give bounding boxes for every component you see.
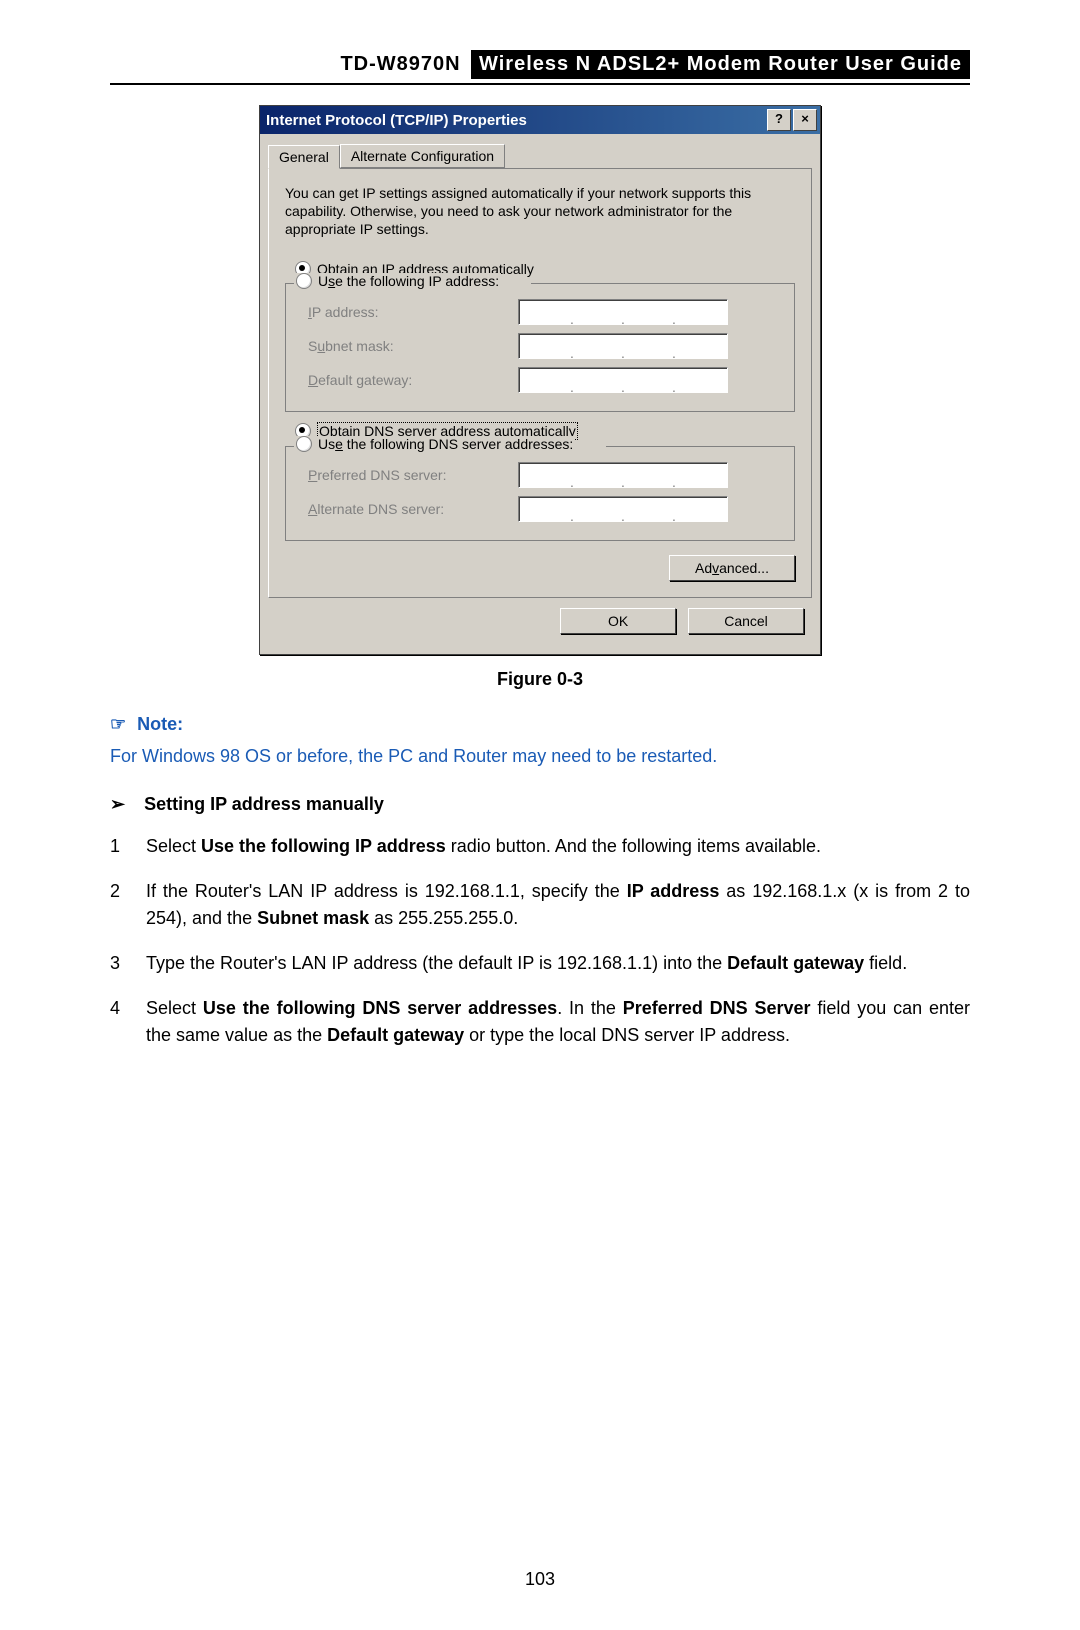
note-body: For Windows 98 OS or before, the PC and …: [110, 743, 970, 770]
tab-general[interactable]: General: [268, 145, 340, 169]
step-3: Type the Router's LAN IP address (the de…: [110, 950, 970, 977]
doc-header: TD-W8970N Wireless N ADSL2+ Modem Router…: [110, 50, 970, 79]
radio-icon: [296, 273, 312, 289]
default-gateway-input[interactable]: ...: [518, 367, 728, 393]
cancel-button[interactable]: Cancel: [688, 608, 804, 634]
alternate-dns-label: Alternate DNS server:: [298, 501, 518, 517]
step-2: If the Router's LAN IP address is 192.16…: [110, 878, 970, 932]
alternate-dns-input[interactable]: ...: [518, 496, 728, 522]
steps-list: Select Use the following IP address radi…: [110, 833, 970, 1049]
tcpip-properties-dialog: Internet Protocol (TCP/IP) Properties ? …: [259, 105, 821, 655]
help-icon[interactable]: ?: [767, 109, 791, 131]
ip-groupbox: Use the following IP address: IP address…: [285, 283, 795, 412]
ip-address-label: IP address:: [298, 304, 518, 320]
step-1: Select Use the following IP address radi…: [110, 833, 970, 860]
guide-title: Wireless N ADSL2+ Modem Router User Guid…: [471, 50, 970, 79]
default-gateway-label: Default gateway:: [298, 372, 518, 388]
header-rule: [110, 83, 970, 85]
dns-groupbox: Use the following DNS server addresses: …: [285, 446, 795, 541]
pointing-hand-icon: ☞: [110, 714, 126, 735]
subnet-mask-label: Subnet mask:: [298, 338, 518, 354]
radio-use-ip-label[interactable]: Use the following IP address:: [318, 273, 499, 289]
section-title: Setting IP address manually: [144, 794, 384, 814]
ip-address-input[interactable]: ...: [518, 299, 728, 325]
close-icon[interactable]: ×: [793, 109, 817, 131]
arrow-icon: ➢: [110, 794, 125, 815]
dialog-description: You can get IP settings assigned automat…: [285, 184, 795, 239]
figure-caption: Figure 0-3: [110, 669, 970, 690]
page-number: 103: [110, 1569, 970, 1590]
section-heading: ➢ Setting IP address manually: [110, 794, 970, 815]
note-label: Note:: [137, 714, 183, 734]
tab-alternate-config[interactable]: Alternate Configuration: [340, 144, 505, 168]
radio-use-dns-label[interactable]: Use the following DNS server addresses:: [318, 436, 573, 452]
radio-icon: [296, 436, 312, 452]
step-4: Select Use the following DNS server addr…: [110, 995, 970, 1049]
dialog-title: Internet Protocol (TCP/IP) Properties: [266, 112, 527, 129]
tabstrip: General Alternate Configuration: [268, 144, 812, 169]
advanced-button[interactable]: Advanced...: [669, 555, 795, 581]
model-label: TD-W8970N: [340, 53, 460, 75]
note-heading: ☞ Note:: [110, 714, 970, 735]
titlebar: Internet Protocol (TCP/IP) Properties ? …: [260, 106, 820, 134]
subnet-mask-input[interactable]: ...: [518, 333, 728, 359]
preferred-dns-label: Preferred DNS server:: [298, 467, 518, 483]
ok-button[interactable]: OK: [560, 608, 676, 634]
preferred-dns-input[interactable]: ...: [518, 462, 728, 488]
